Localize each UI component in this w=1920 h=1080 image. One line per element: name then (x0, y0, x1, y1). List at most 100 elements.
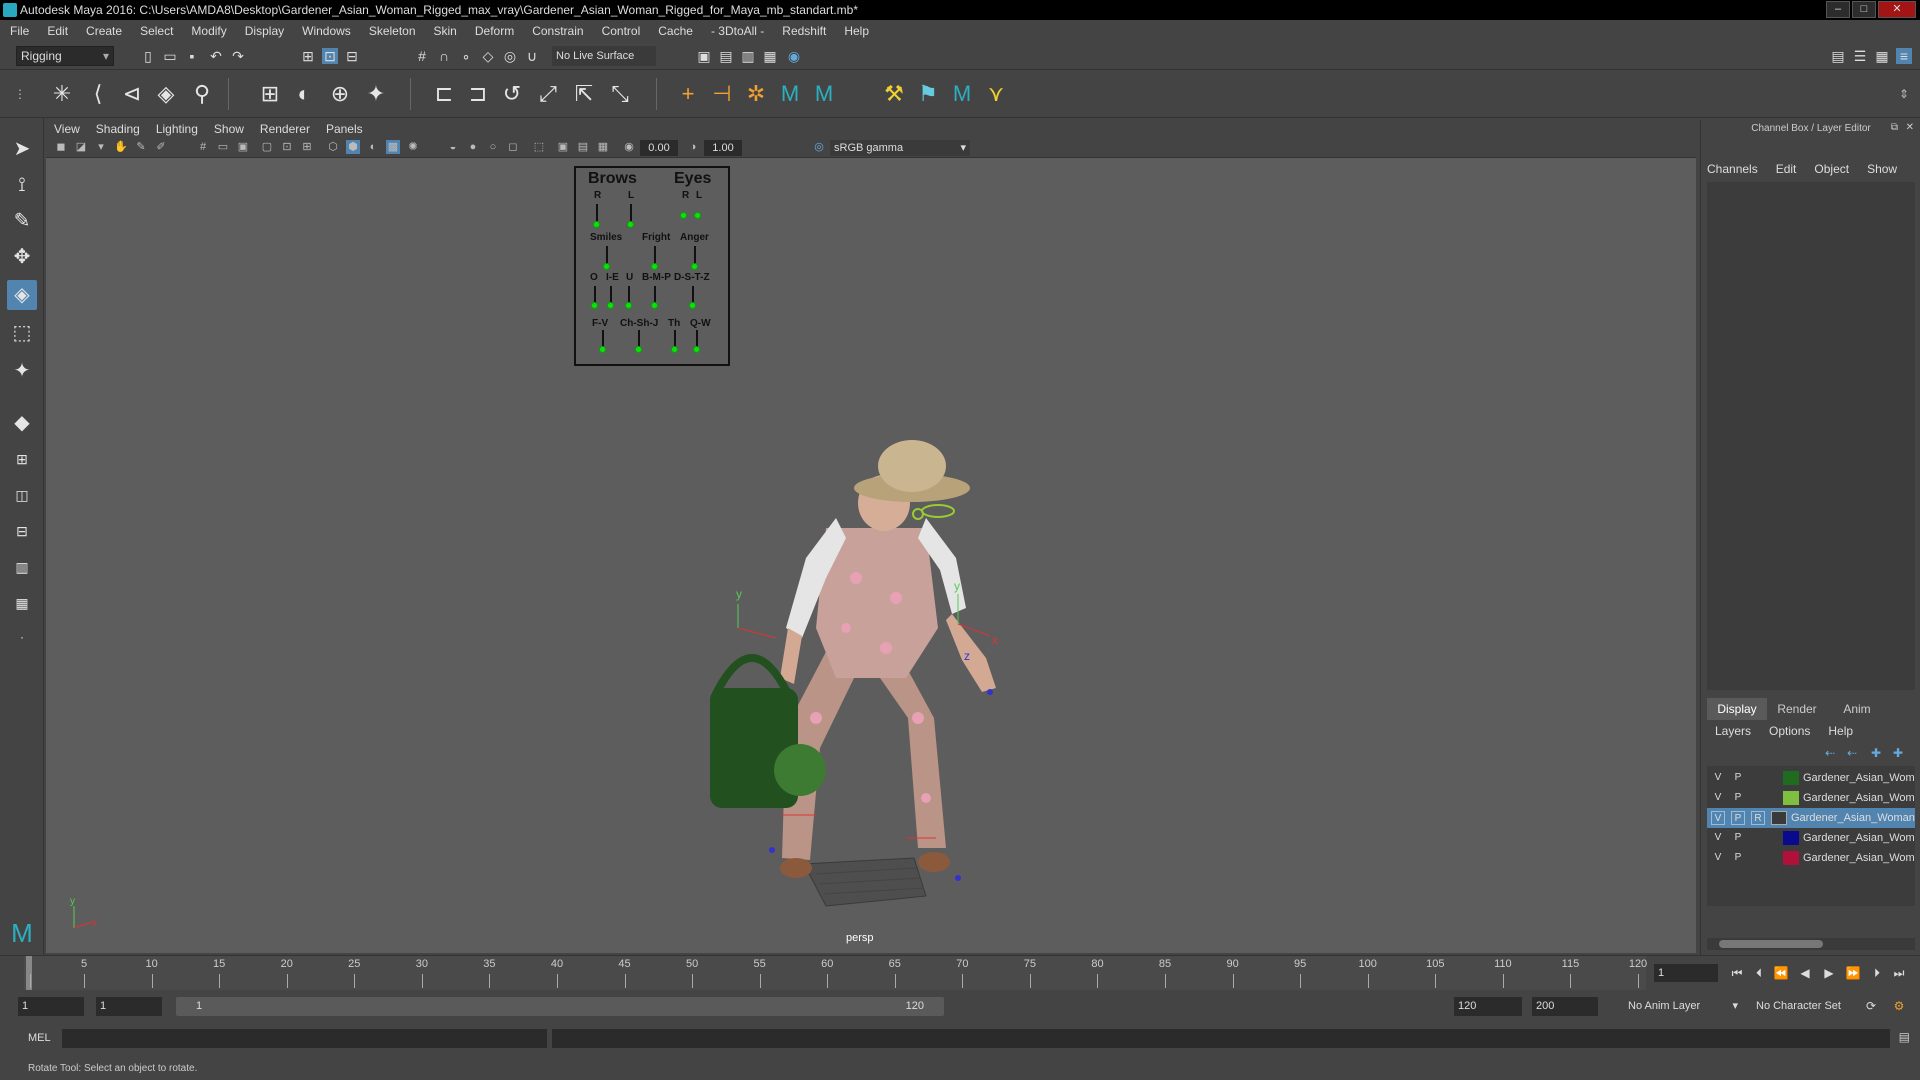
tab-display[interactable]: Display (1707, 698, 1767, 720)
menu-help[interactable]: Help (844, 24, 869, 38)
undo-icon[interactable]: ↶ (208, 48, 224, 64)
four-view-layout-icon[interactable]: ⊞ (7, 444, 37, 474)
edit-menu[interactable]: Edit (1776, 162, 1797, 176)
layer-visibility-toggle[interactable]: V (1711, 831, 1725, 845)
auto-key-icon[interactable]: ⟳ (1862, 998, 1880, 1014)
play-backwards-icon[interactable]: ◀ (1796, 965, 1814, 981)
channels-menu[interactable]: Channels (1707, 162, 1758, 176)
render-frame-icon[interactable]: ▣ (696, 48, 712, 64)
menu-deform[interactable]: Deform (475, 24, 514, 38)
parent-constraint-icon[interactable]: ⊏ (430, 80, 458, 108)
smooth-bind-icon[interactable]: ⊞ (256, 80, 284, 108)
float-panel-icon[interactable]: ⧉ (1891, 122, 1898, 133)
menu-edit[interactable]: Edit (47, 24, 68, 38)
motion-blur-icon[interactable]: ○ (486, 140, 500, 154)
menu-constrain[interactable]: Constrain (532, 24, 583, 38)
menu-display[interactable]: Display (245, 24, 284, 38)
menu-control[interactable]: Control (602, 24, 641, 38)
screen-space-ao-icon[interactable]: ● (466, 140, 480, 154)
xray-active-icon[interactable]: ▤ (576, 140, 590, 154)
cluster-icon[interactable]: ✦ (362, 80, 390, 108)
camera-select-icon[interactable]: ◼ (54, 140, 68, 154)
render-view-icon[interactable]: ◉ (786, 48, 802, 64)
isolate-select-icon[interactable]: ⬚ (532, 140, 546, 154)
paint-select-icon[interactable]: ✎ (7, 206, 37, 236)
viewport-menu-renderer[interactable]: Renderer (260, 122, 310, 136)
tab-render[interactable]: Render (1767, 698, 1827, 720)
snap-curve-icon[interactable]: ∩ (436, 48, 452, 64)
layer-color-swatch[interactable] (1783, 831, 1799, 845)
shelf-scroll-icon[interactable]: ⇕ (1890, 80, 1918, 108)
scale-constraint-icon[interactable]: ⤢ (534, 80, 562, 108)
current-time-marker[interactable] (26, 956, 32, 990)
grease-pencil-icon[interactable]: ✐ (154, 140, 168, 154)
render-settings-icon[interactable]: ▥ (740, 48, 756, 64)
quick-rig-icon[interactable]: M (810, 80, 838, 108)
point-constraint-icon[interactable]: ⊐ (464, 80, 492, 108)
layer-display-type-toggle[interactable] (1751, 791, 1765, 805)
animation-preferences-icon[interactable]: ⚙ (1890, 998, 1908, 1014)
textured-icon[interactable]: ▩ (386, 140, 400, 154)
humanik-icon[interactable]: ⚲ (188, 80, 216, 108)
perspective-viewport[interactable]: Brows Eyes R L R L Smiles Fright Anger O… (46, 158, 1696, 953)
gate-mask-icon[interactable]: ▢ (260, 140, 274, 154)
skin-cluster-icon[interactable]: ⚒ (880, 80, 908, 108)
menu-modify[interactable]: Modify (191, 24, 226, 38)
step-forward-key-icon[interactable]: ⏩ (1844, 965, 1862, 981)
menu-redshift[interactable]: Redshift (782, 24, 826, 38)
layer-display-type-toggle[interactable] (1751, 831, 1765, 845)
select-component-icon[interactable]: ⊟ (344, 48, 360, 64)
close-button[interactable]: ✕ (1878, 1, 1916, 18)
menu-3dtoall[interactable]: - 3DtoAll - (711, 24, 764, 38)
playback-end-field[interactable]: 120 (1454, 997, 1522, 1016)
menu-create[interactable]: Create (86, 24, 122, 38)
safe-action-icon[interactable]: ⊞ (300, 140, 314, 154)
hypershade-icon[interactable]: ▦ (762, 48, 778, 64)
current-frame-field[interactable]: 1 (1654, 964, 1718, 982)
step-back-frame-icon[interactable]: ⏴ (1750, 965, 1768, 981)
layer-playback-toggle[interactable]: P (1731, 831, 1745, 845)
layer-playback-toggle[interactable]: P (1731, 771, 1745, 785)
layer-color-swatch[interactable] (1783, 851, 1799, 865)
help-menu[interactable]: Help (1828, 724, 1853, 738)
gamma-icon[interactable]: ◑ (686, 140, 700, 154)
minimize-button[interactable]: – (1826, 1, 1850, 18)
layer-row[interactable]: V P Gardener_Asian_Wom (1707, 788, 1915, 808)
move-layer-down-icon[interactable]: ⇠ (1847, 746, 1857, 760)
toolbox-expand-icon[interactable]: · (7, 622, 37, 652)
open-scene-icon[interactable]: ▭ (162, 48, 178, 64)
snap-view-plane-icon[interactable]: ◇ (480, 48, 496, 64)
move-tool-icon[interactable]: ✥ (7, 242, 37, 272)
menu-skeleton[interactable]: Skeleton (369, 24, 416, 38)
viewport-menu-panels[interactable]: Panels (326, 122, 363, 136)
lasso-tool-icon[interactable]: ⟟ (7, 170, 37, 200)
layer-display-type-toggle[interactable] (1751, 851, 1765, 865)
two-d-pan-icon[interactable]: ✎ (134, 140, 148, 154)
menu-cache[interactable]: Cache (658, 24, 693, 38)
playback-start-field[interactable]: 1 (96, 997, 162, 1016)
viewport-menu-shading[interactable]: Shading (96, 122, 140, 136)
character-set-select[interactable]: No Character Set (1752, 997, 1870, 1016)
layer-color-swatch[interactable] (1771, 811, 1787, 825)
redo-icon[interactable]: ↷ (230, 48, 246, 64)
layer-visibility-toggle[interactable]: V (1711, 851, 1725, 865)
ik-fk-icon[interactable]: ✲ (742, 80, 770, 108)
wireframe-icon[interactable]: ⬡ (326, 140, 340, 154)
view-transform-select[interactable]: sRGB gamma ▾ (830, 140, 970, 156)
gardener-character-model[interactable] (710, 440, 996, 881)
menu-set-select[interactable]: Rigging ▾ (16, 46, 114, 66)
layer-display-type-toggle[interactable] (1751, 771, 1765, 785)
layer-list-scrollbar[interactable] (1707, 938, 1915, 950)
layer-visibility-toggle[interactable]: V (1711, 771, 1725, 785)
layer-playback-toggle[interactable]: P (1731, 851, 1745, 865)
viewport-menu-view[interactable]: View (54, 122, 80, 136)
single-perspective-icon[interactable]: ◆ (7, 408, 37, 438)
layer-color-swatch[interactable] (1783, 771, 1799, 785)
two-pane-layout-icon[interactable]: ◫ (7, 480, 37, 510)
layer-row[interactable]: V P R Gardener_Asian_Woman (1707, 808, 1915, 828)
viewport-menu-lighting[interactable]: Lighting (156, 122, 198, 136)
exposure-field[interactable]: 0.00 (640, 140, 678, 156)
close-panel-icon[interactable]: ✕ (1906, 122, 1914, 133)
layer-color-swatch[interactable] (1783, 791, 1799, 805)
maximize-button[interactable]: □ (1852, 1, 1876, 18)
